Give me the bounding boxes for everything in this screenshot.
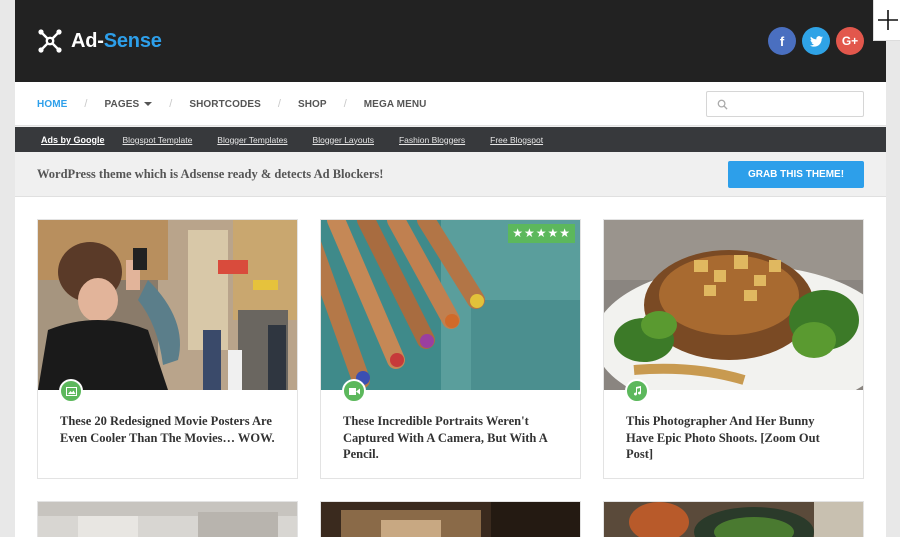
nav-menu: HOME / PAGES / SHORTCODES / SHOP / MEGA … [37, 82, 427, 126]
post-card[interactable]: This Photographer And Her Bunny Have Epi… [603, 219, 864, 479]
post-card[interactable]: These 20 Redesigned Movie Posters Are Ev… [37, 219, 298, 479]
ad-links-bar: Ads by Google Blogspot Template Blogger … [15, 127, 886, 152]
search-input[interactable] [706, 91, 864, 117]
ad-link[interactable]: Blogspot Template [123, 135, 193, 145]
ad-link[interactable]: Blogger Templates [217, 135, 287, 145]
ad-link[interactable]: Free Blogspot [490, 135, 543, 145]
video-icon [342, 379, 366, 403]
post-thumbnail[interactable] [321, 502, 581, 537]
post-card[interactable] [603, 501, 864, 537]
post-card[interactable]: ★★★★★ These Incredible Portraits Weren't… [320, 219, 581, 479]
nav-separator: / [277, 98, 281, 110]
logo-mark-icon [38, 29, 62, 53]
post-thumbnail[interactable] [38, 220, 297, 390]
grab-theme-button[interactable]: GRAB THIS THEME! [728, 161, 864, 188]
music-icon [625, 379, 649, 403]
post-card[interactable] [37, 501, 298, 537]
page-wrapper: Ad-Sense f G+ HOME / PAGES / SHORTCODES … [15, 0, 886, 537]
ad-link[interactable]: Fashion Bloggers [399, 135, 465, 145]
site-logo[interactable]: Ad-Sense [37, 28, 162, 54]
post-thumbnail[interactable]: ★★★★★ [321, 220, 580, 390]
ad-links: Ads by Google Blogspot Template Blogger … [41, 127, 568, 152]
post-thumbnail[interactable] [38, 502, 298, 537]
posts-grid: These 20 Redesigned Movie Posters Are Ev… [15, 197, 886, 537]
nav-separator: / [169, 98, 173, 110]
site-header: Ad-Sense f G+ [15, 0, 886, 82]
search-icon [717, 99, 728, 110]
post-body: These Incredible Portraits Weren't Captu… [321, 379, 580, 478]
post-body: This Photographer And Her Bunny Have Epi… [604, 379, 863, 478]
site-title: Ad-Sense [71, 29, 162, 52]
google-plus-icon[interactable]: G+ [836, 27, 864, 55]
post-thumbnail[interactable] [604, 220, 863, 390]
chevron-down-icon [144, 102, 153, 106]
post-body: These 20 Redesigned Movie Posters Are Ev… [38, 379, 297, 478]
twitter-icon[interactable] [802, 27, 830, 55]
nav-separator: / [84, 98, 88, 110]
post-title[interactable]: These Incredible Portraits Weren't Captu… [343, 413, 558, 463]
image-icon [59, 379, 83, 403]
post-thumbnail[interactable] [604, 502, 864, 537]
rating-stars: ★★★★★ [508, 224, 575, 243]
main-navigation: HOME / PAGES / SHORTCODES / SHOP / MEGA … [15, 82, 886, 126]
nav-item-mega-menu[interactable]: MEGA MENU [364, 99, 427, 110]
expand-panel-button[interactable] [873, 0, 900, 41]
facebook-icon[interactable]: f [768, 27, 796, 55]
social-links: f G+ [768, 27, 864, 55]
nav-item-home[interactable]: HOME [37, 99, 67, 110]
nav-item-pages[interactable]: PAGES [104, 99, 153, 110]
ad-link[interactable]: Blogger Layouts [313, 135, 374, 145]
ads-by-google-link[interactable]: Ads by Google [41, 135, 105, 145]
promo-text: WordPress theme which is Adsense ready &… [37, 167, 384, 181]
post-card[interactable] [320, 501, 581, 537]
nav-item-shortcodes[interactable]: SHORTCODES [189, 99, 261, 110]
nav-separator: / [343, 98, 347, 110]
nav-item-shop[interactable]: SHOP [298, 99, 327, 110]
post-title[interactable]: This Photographer And Her Bunny Have Epi… [626, 413, 841, 463]
post-title[interactable]: These 20 Redesigned Movie Posters Are Ev… [60, 413, 275, 446]
promo-banner: WordPress theme which is Adsense ready &… [15, 152, 886, 197]
plus-icon [878, 10, 898, 30]
